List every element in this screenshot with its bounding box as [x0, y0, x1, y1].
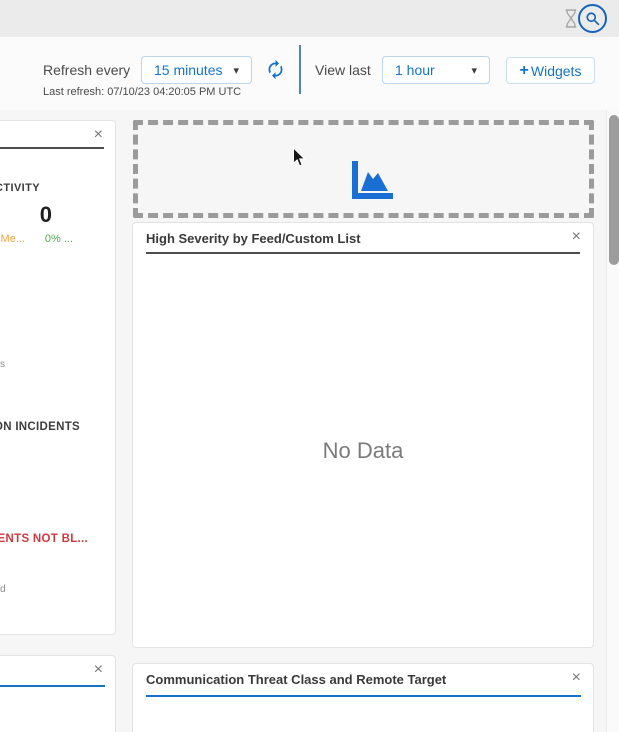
caret-down-icon: ▾ — [233, 64, 239, 77]
refresh-every-label: Refresh every — [43, 62, 130, 78]
high-severity-widget: High Severity by Feed/Custom List × No D… — [132, 222, 594, 648]
stat-section-title-fragment: CTIVITY — [0, 182, 40, 194]
stat-value: 0 — [40, 202, 52, 228]
caret-down-icon: ▾ — [471, 64, 477, 77]
widget-title: High Severity by Feed/Custom List — [146, 230, 580, 248]
refresh-interval-value: 15 minutes — [154, 62, 222, 78]
stat-sub-left-fragment: Me... — [1, 233, 25, 245]
last-refresh-text: Last refresh: 07/10/23 04:20:05 PM UTC — [43, 86, 241, 98]
close-icon[interactable]: × — [572, 670, 581, 686]
refresh-icon[interactable] — [265, 59, 286, 80]
close-icon[interactable]: × — [94, 662, 103, 678]
widget-title-underline — [146, 252, 580, 254]
view-last-value: 1 hour — [395, 62, 435, 78]
hourglass-icon — [564, 9, 578, 28]
toolbar-divider — [299, 45, 301, 94]
area-chart-icon — [352, 161, 396, 199]
dashboard-screen: Refresh every 15 minutes ▾ View last 1 h… — [0, 0, 619, 732]
widget-header: Communication Threat Class and Remote Ta… — [133, 664, 593, 689]
text-fragment: d — [0, 584, 6, 595]
scrollbar-thumb[interactable] — [609, 115, 619, 265]
search-icon — [585, 11, 600, 26]
alert-text-fragment: VENTS NOT BL... — [0, 533, 88, 545]
text-fragment: s — [0, 359, 5, 370]
stat-sub-right-fragment: 0% ... — [45, 233, 73, 245]
left-bottom-widget: × — [0, 655, 116, 732]
widget-title-underline — [0, 147, 104, 149]
widget-drop-placeholder[interactable] — [133, 120, 594, 218]
widget-title-underline — [0, 685, 105, 687]
top-app-bar — [0, 0, 619, 37]
dashboard-content: × CTIVITY 0 Me... 0% ... s ON INCIDENTS … — [0, 110, 619, 732]
search-button[interactable] — [578, 4, 607, 33]
widget-title: Communication Threat Class and Remote Ta… — [146, 671, 580, 689]
dashboard-toolbar: Refresh every 15 minutes ▾ View last 1 h… — [0, 37, 619, 110]
view-last-label: View last — [315, 62, 371, 78]
communication-widget: Communication Threat Class and Remote Ta… — [132, 663, 594, 732]
scrollbar-track[interactable] — [606, 110, 619, 732]
widget-header: High Severity by Feed/Custom List × — [133, 223, 593, 248]
add-widgets-label: Widgets — [531, 63, 582, 79]
left-summary-widget: × CTIVITY 0 Me... 0% ... s ON INCIDENTS … — [0, 120, 116, 635]
view-last-select[interactable]: 1 hour ▾ — [382, 56, 490, 84]
refresh-interval-select[interactable]: 15 minutes ▾ — [141, 56, 252, 84]
close-icon[interactable]: × — [94, 127, 103, 143]
add-widgets-button[interactable]: + Widgets — [506, 57, 595, 84]
close-icon[interactable]: × — [572, 229, 581, 245]
no-data-message: No Data — [133, 438, 593, 464]
stat-section-title-fragment: ON INCIDENTS — [0, 421, 80, 433]
widget-title-underline — [146, 695, 581, 697]
plus-icon: + — [520, 63, 529, 79]
